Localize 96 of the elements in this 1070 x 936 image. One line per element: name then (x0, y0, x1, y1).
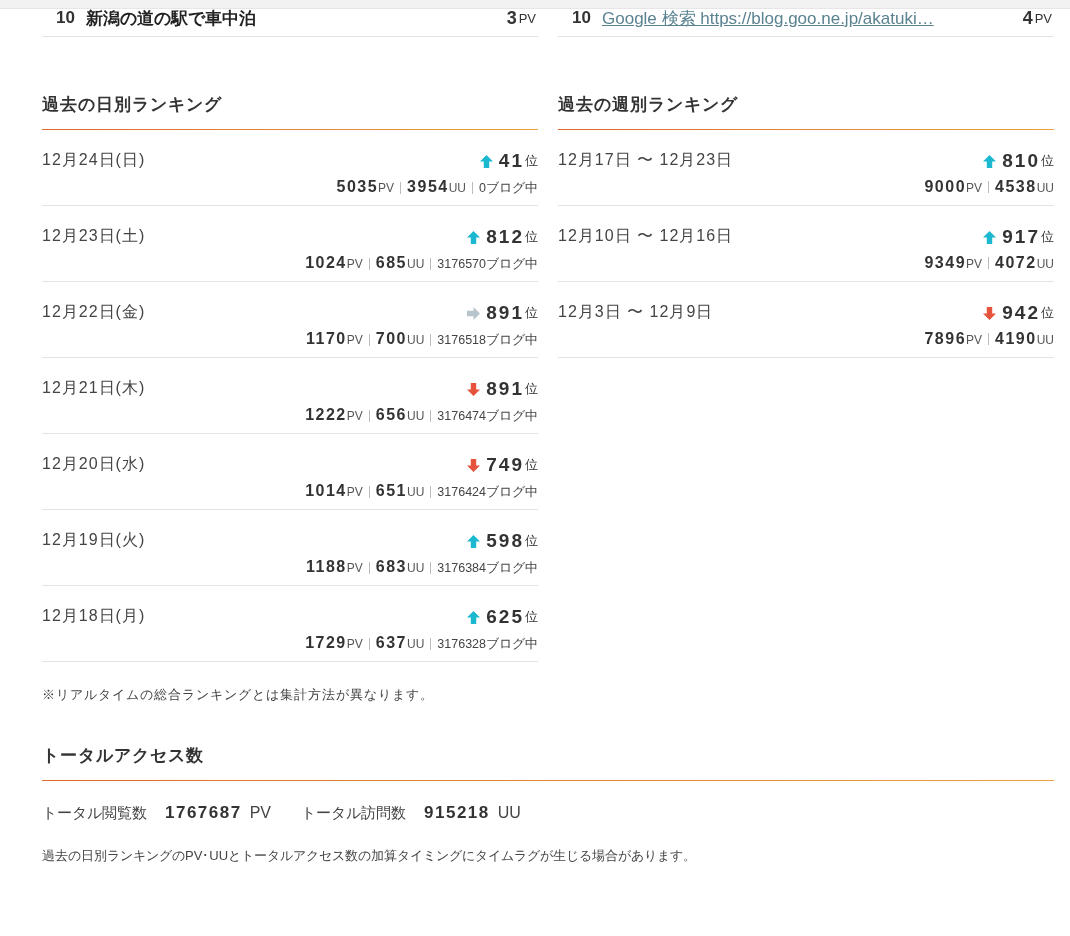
pv-unit: PV (346, 333, 363, 347)
note-text: 過去の日別ランキングのPV･UUとトータルアクセス数の加算タイミングにタイムラグが生じる場合があります。 (42, 847, 698, 865)
date-text: 12月18日(月) (42, 606, 146, 626)
pv-unit: PV (346, 257, 363, 271)
pv-unit: PV (346, 485, 363, 499)
rank-unit: 位 (525, 304, 538, 322)
pv-count: 1170 (306, 330, 347, 348)
pv-count: 1024 (305, 254, 347, 272)
pv-count: 3 (506, 7, 517, 29)
uu-count: 683 (375, 558, 407, 576)
rank-number: 891 (486, 378, 524, 400)
pv-unit: PV (966, 257, 983, 271)
pv-unit: PV (346, 561, 363, 575)
date-text: 12月19日(火) (42, 530, 146, 550)
uu-count: 3954 (407, 178, 449, 196)
total-value: 1767687 (165, 803, 242, 823)
section-heading: トータルアクセス数 (42, 745, 205, 767)
uu-count: 656 (375, 406, 407, 424)
rank-unit: 位 (525, 380, 538, 398)
rank-unit: 位 (525, 152, 538, 170)
page-title: 新潟の道の駅で車中泊 (86, 7, 257, 30)
uu-count: 4538 (995, 178, 1037, 196)
uu-unit: UU (407, 409, 425, 423)
uu-unit: UU (407, 561, 425, 575)
pv-count: 1014 (305, 482, 347, 500)
total-unit: PV (249, 804, 272, 822)
rank-unit: 位 (1041, 152, 1054, 170)
pv-count: 1222 (305, 406, 347, 424)
pv-count: 7896 (924, 330, 967, 348)
uu-unit: UU (407, 485, 425, 499)
uu-count: 685 (375, 254, 407, 272)
rank-unit: 位 (525, 228, 538, 246)
uu-count: 700 (375, 330, 407, 348)
section-heading: 過去の週別ランキング (558, 94, 739, 116)
pv-count: 9000 (924, 178, 967, 196)
date-text: 12月23日(土) (42, 226, 146, 246)
rank-number: 10 (572, 8, 592, 28)
date-text: 12月20日(水) (42, 454, 146, 474)
blog-total: 3176570ブログ中 (437, 256, 538, 273)
pv-count: 5035 (336, 178, 379, 196)
blog-total: 3176518ブログ中 (437, 332, 538, 349)
blog-total: 3176384ブログ中 (437, 560, 538, 577)
uu-unit: UU (407, 333, 425, 347)
date-text: 12月10日 〜 12月16日 (558, 226, 734, 246)
uu-unit: UU (407, 257, 425, 271)
rank-number: 810 (1002, 150, 1040, 172)
rank-number: 598 (486, 530, 524, 552)
rank-number: 917 (1002, 226, 1040, 248)
date-text: 12月17日 〜 12月23日 (558, 150, 734, 170)
uu-count: 4190 (995, 330, 1037, 348)
pv-count: 4 (1022, 7, 1033, 29)
rank-number: 891 (486, 302, 524, 324)
uu-unit: UU (448, 181, 467, 195)
blog-total: 3176328ブログ中 (437, 636, 538, 653)
date-text: 12月24日(日) (42, 150, 146, 170)
rank-number: 812 (486, 226, 524, 248)
rank-unit: 位 (1041, 228, 1054, 246)
pv-unit: PV (346, 637, 363, 651)
date-text: 12月22日(金) (42, 302, 146, 322)
blog-total: 3176474ブログ中 (437, 408, 538, 425)
section-heading: 過去の日別ランキング (42, 94, 223, 116)
rank-number: 942 (1002, 302, 1040, 324)
pv-count: 1188 (306, 558, 347, 576)
rank-unit: 位 (525, 532, 538, 550)
rank-unit: 位 (1041, 304, 1054, 322)
pv-unit: PV (1034, 10, 1052, 26)
rank-unit: 位 (525, 608, 538, 626)
uu-unit: UU (1036, 257, 1054, 271)
rank-unit: 位 (525, 456, 538, 474)
total-value: 915218 (424, 803, 490, 823)
total-unit: UU (497, 804, 521, 822)
referrer-link[interactable]: Google 検索 https://blog.goo.ne.jp/akatuki… (602, 6, 1023, 30)
pv-unit: PV (518, 10, 536, 26)
uu-unit: UU (407, 637, 425, 651)
total-label: トータル訪問数 (301, 804, 407, 823)
uu-count: 4072 (995, 254, 1037, 272)
date-text: 12月21日(木) (42, 378, 146, 398)
pv-unit: PV (966, 181, 983, 195)
rank-number: 41 (498, 150, 524, 172)
blog-total: 3176424ブログ中 (437, 484, 538, 501)
pv-count: 1729 (305, 634, 347, 652)
pv-unit: PV (346, 409, 363, 423)
uu-unit: UU (1036, 333, 1054, 347)
uu-unit: UU (1036, 181, 1054, 195)
rank-number: 10 (56, 8, 76, 28)
uu-count: 637 (375, 634, 407, 652)
total-label: トータル閲覧数 (42, 804, 147, 823)
rank-number: 749 (486, 454, 524, 476)
uu-count: 651 (375, 482, 407, 500)
note-text: ※リアルタイムの総合ランキングとは集計方法が異なります。 (42, 686, 435, 704)
pv-count: 9349 (924, 254, 967, 272)
pv-unit: PV (378, 181, 395, 195)
rank-number: 625 (486, 606, 524, 628)
pv-unit: PV (966, 333, 983, 347)
date-text: 12月3日 〜 12月9日 (558, 302, 714, 322)
blog-total: 0ブログ中 (479, 180, 538, 197)
